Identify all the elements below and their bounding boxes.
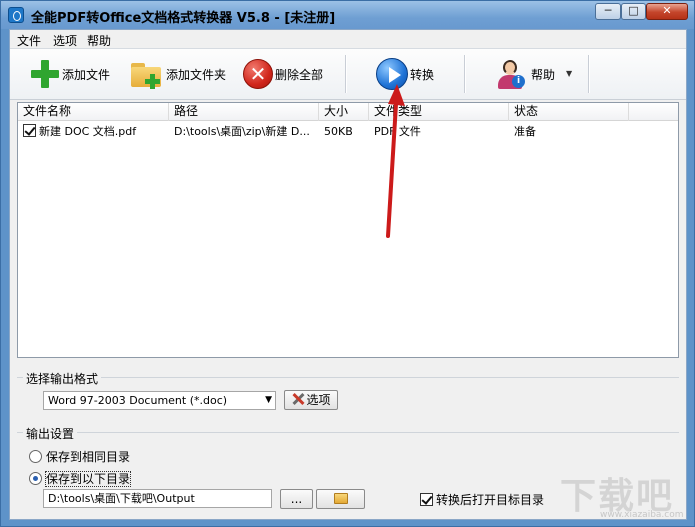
output-format-select[interactable]: Word 97-2003 Document (*.doc) ▼ bbox=[43, 391, 276, 410]
output-settings-label: 输出设置 bbox=[23, 425, 78, 442]
row-size: 50KB bbox=[324, 125, 353, 138]
menu-help[interactable]: 帮助 bbox=[87, 32, 111, 49]
delete-all-label: 删除全部 bbox=[275, 67, 324, 82]
menu-file[interactable]: 文件 bbox=[17, 32, 41, 49]
row-file-name: 新建 DOC 文档.pdf bbox=[39, 125, 137, 138]
add-folder-button[interactable]: 添加文件夹 bbox=[130, 55, 226, 93]
row-path: D:\tools\桌面\zip\新建 D... bbox=[174, 125, 310, 138]
help-label: 帮助 bbox=[531, 67, 556, 82]
delete-icon: ✕ bbox=[243, 59, 273, 89]
maximize-button[interactable]: □ bbox=[621, 3, 646, 20]
add-folder-label: 添加文件夹 bbox=[166, 67, 227, 82]
add-file-button[interactable]: 添加文件 bbox=[30, 55, 110, 93]
play-icon bbox=[376, 58, 408, 90]
radio-custom-dir-label: 保存到以下目录 bbox=[44, 471, 132, 487]
convert-button[interactable]: 转换 bbox=[376, 55, 434, 93]
toolbar-separator bbox=[588, 55, 589, 93]
open-after-label: 转换后打开目标目录 bbox=[436, 493, 545, 507]
close-button[interactable]: ✕ bbox=[646, 3, 688, 20]
delete-all-button[interactable]: ✕ 删除全部 bbox=[243, 55, 323, 93]
help-button[interactable]: i 帮助 bbox=[495, 55, 555, 93]
file-list[interactable]: 文件名称 路径 大小 文件类型 状态 新建 DOC 文档.pdf D:\tool… bbox=[17, 102, 679, 358]
browse-button[interactable]: ... bbox=[280, 489, 313, 509]
folder-add-icon bbox=[130, 59, 164, 89]
tools-icon bbox=[291, 392, 305, 406]
column-header-name[interactable]: 文件名称 bbox=[18, 103, 169, 121]
toolbar: 添加文件 添加文件夹 ✕ 删除全部 转换 i 帮助 ▼ bbox=[10, 48, 686, 100]
help-dropdown-icon[interactable]: ▼ bbox=[566, 69, 572, 78]
menu-options[interactable]: 选项 bbox=[53, 32, 77, 49]
output-path-field[interactable]: D:\tools\桌面\下载吧\Output bbox=[43, 489, 272, 508]
open-folder-icon bbox=[333, 493, 348, 504]
row-type: PDF 文件 bbox=[374, 125, 421, 138]
radio-same-dir-indicator[interactable] bbox=[29, 450, 42, 463]
watermark-url: www.xiazaiba.com bbox=[600, 510, 684, 520]
open-after-checkbox[interactable]: 转换后打开目标目录 bbox=[420, 491, 544, 508]
toolbar-separator bbox=[464, 55, 465, 93]
row-status: 准备 bbox=[514, 125, 536, 138]
add-file-label: 添加文件 bbox=[62, 67, 111, 82]
app-icon bbox=[8, 7, 24, 23]
menu-bar: 文件 选项 帮助 bbox=[10, 30, 686, 48]
output-format-label: 选择输出格式 bbox=[23, 370, 102, 387]
file-list-header: 文件名称 路径 大小 文件类型 状态 bbox=[18, 103, 678, 121]
radio-custom-dir[interactable]: 保存到以下目录 bbox=[29, 470, 132, 487]
column-header-path[interactable]: 路径 bbox=[169, 103, 319, 121]
table-row[interactable]: 新建 DOC 文档.pdf D:\tools\桌面\zip\新建 D... 50… bbox=[18, 122, 678, 141]
toolbar-separator bbox=[345, 55, 346, 93]
options-button-label: 选项 bbox=[306, 393, 331, 407]
output-format-value: Word 97-2003 Document (*.doc) bbox=[48, 394, 228, 407]
window-title: 全能PDF转Office文档格式转换器 V5.8 - [未注册] bbox=[31, 11, 336, 26]
radio-same-dir-label: 保存到相同目录 bbox=[46, 450, 131, 464]
title-bar[interactable]: 全能PDF转Office文档格式转换器 V5.8 - [未注册] ─ □ ✕ bbox=[1, 1, 694, 29]
options-button[interactable]: 选项 bbox=[284, 390, 338, 410]
client-area: 文件 选项 帮助 添加文件 添加文件夹 ✕ 删除全部 转换 i 帮助 ▼ 文件名… bbox=[9, 29, 687, 520]
row-name-cell: 新建 DOC 文档.pdf bbox=[18, 122, 169, 141]
plus-icon bbox=[30, 59, 60, 89]
row-checkbox[interactable] bbox=[23, 124, 36, 137]
help-user-icon: i bbox=[495, 58, 525, 90]
convert-label: 转换 bbox=[410, 67, 435, 82]
column-header-status[interactable]: 状态 bbox=[509, 103, 629, 121]
chevron-down-icon: ▼ bbox=[265, 395, 272, 405]
column-header-size[interactable]: 大小 bbox=[319, 103, 369, 121]
radio-custom-dir-indicator[interactable] bbox=[29, 472, 42, 485]
minimize-button[interactable]: ─ bbox=[595, 3, 621, 20]
open-after-check-indicator[interactable] bbox=[420, 493, 433, 506]
radio-same-dir[interactable]: 保存到相同目录 bbox=[29, 448, 130, 465]
app-window: 全能PDF转Office文档格式转换器 V5.8 - [未注册] ─ □ ✕ 文… bbox=[0, 0, 695, 527]
column-header-type[interactable]: 文件类型 bbox=[369, 103, 509, 121]
open-folder-button[interactable] bbox=[316, 489, 365, 509]
column-header-filler bbox=[629, 103, 678, 121]
